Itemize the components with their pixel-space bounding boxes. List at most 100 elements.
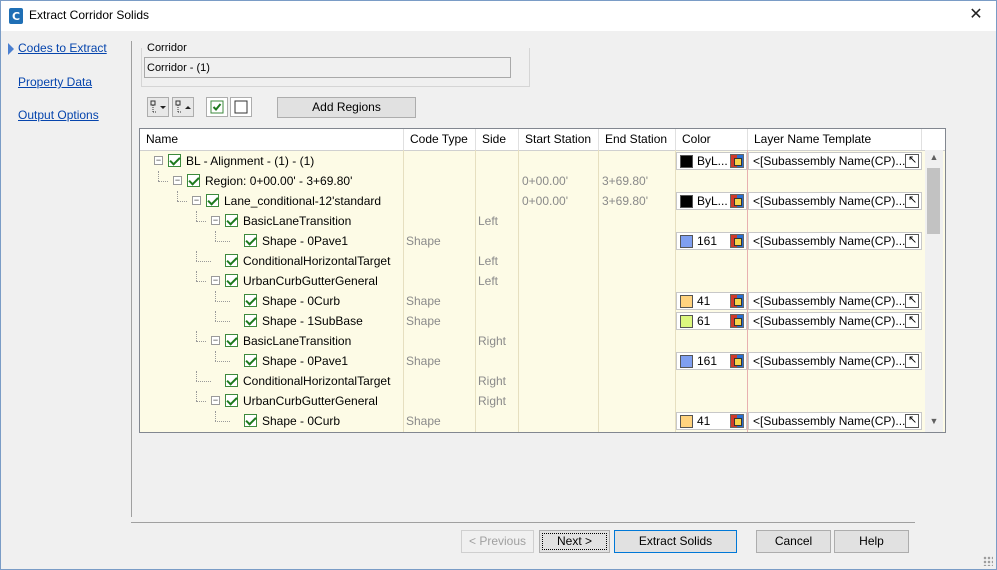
edit-template-icon[interactable]: [905, 413, 919, 428]
collapse-toggle-icon[interactable]: −: [173, 176, 182, 185]
row-checkbox[interactable]: [244, 294, 257, 307]
row-layer-field[interactable]: <[Subassembly Name(CP)...: [748, 192, 922, 210]
row-checkbox[interactable]: [225, 254, 238, 267]
collapse-toggle-icon[interactable]: −: [211, 276, 220, 285]
table-row[interactable]: ConditionalHorizontalTarget Right: [140, 371, 925, 391]
scroll-up-icon[interactable]: ▲: [925, 152, 943, 166]
table-row[interactable]: − UrbanCurbGutterGeneral Right: [140, 391, 925, 411]
row-checkbox[interactable]: [187, 174, 200, 187]
row-color-field[interactable]: 161: [676, 352, 747, 370]
collapse-all-button[interactable]: [172, 97, 194, 117]
col-header-name[interactable]: Name: [140, 129, 404, 150]
table-row[interactable]: − BasicLaneTransition Left: [140, 211, 925, 231]
title-bar[interactable]: C Extract Corridor Solids ✕: [1, 1, 996, 31]
table-row[interactable]: Shape - 1SubBase Shape 61 <[Subassembly Nam…: [140, 311, 925, 331]
table-row[interactable]: − UrbanCurbGutterGeneral Left: [140, 271, 925, 291]
scroll-down-icon[interactable]: ▼: [925, 416, 943, 430]
col-header-start-station[interactable]: Start Station: [519, 129, 599, 150]
row-layer-field[interactable]: <[Subassembly Name(CP)...: [748, 312, 922, 330]
row-layer-field[interactable]: <[Subassembly Name(CP)...: [748, 232, 922, 250]
collapse-toggle-icon[interactable]: −: [154, 156, 163, 165]
row-checkbox[interactable]: [225, 214, 238, 227]
grid-header: Name Code Type Side Start Station End St…: [140, 129, 945, 151]
row-color-field[interactable]: ByL...: [676, 152, 747, 170]
row-checkbox[interactable]: [225, 334, 238, 347]
expand-all-button[interactable]: [147, 97, 169, 117]
col-header-end-station[interactable]: End Station: [599, 129, 676, 150]
vertical-scrollbar[interactable]: ▲ ▼: [925, 150, 943, 432]
col-header-layer-name-template[interactable]: Layer Name Template: [748, 129, 922, 150]
row-checkbox[interactable]: [244, 354, 257, 367]
collapse-toggle-icon[interactable]: −: [211, 216, 220, 225]
table-row[interactable]: − BasicLaneTransition Right: [140, 331, 925, 351]
color-picker-icon[interactable]: [730, 194, 744, 208]
edit-template-icon[interactable]: [905, 193, 919, 208]
row-checkbox[interactable]: [206, 194, 219, 207]
row-checkbox[interactable]: [244, 414, 257, 427]
edit-template-icon[interactable]: [905, 353, 919, 368]
color-picker-icon[interactable]: [730, 294, 744, 308]
row-color-field[interactable]: 161: [676, 232, 747, 250]
row-code-type: Shape: [406, 414, 441, 428]
row-side: [478, 351, 518, 371]
color-picker-icon[interactable]: [730, 354, 744, 368]
row-checkbox[interactable]: [168, 154, 181, 167]
row-color-field[interactable]: 61: [676, 312, 747, 330]
nav-output-options[interactable]: Output Options: [18, 108, 99, 122]
row-color-field[interactable]: 41: [676, 292, 747, 310]
extract-solids-button[interactable]: Extract Solids: [614, 530, 737, 553]
row-layer-field[interactable]: <[Subassembly Name(CP)...: [748, 152, 922, 170]
next-button[interactable]: Next >: [539, 530, 610, 553]
row-code-type: [406, 391, 474, 411]
row-checkbox[interactable]: [244, 234, 257, 247]
nav-codes-to-extract[interactable]: Codes to Extract: [18, 41, 107, 55]
cancel-button[interactable]: Cancel: [756, 530, 831, 553]
table-row[interactable]: Shape - 0Pave1 Shape 161 <[Subassembly Name…: [140, 351, 925, 371]
close-button[interactable]: ✕: [964, 4, 988, 26]
table-row[interactable]: Shape - 0Curb Shape 41 <[Subassembly Name(C…: [140, 411, 925, 431]
empty-box-icon: [234, 100, 248, 114]
color-picker-icon[interactable]: [730, 314, 744, 328]
select-all-button[interactable]: [206, 97, 228, 117]
edit-template-icon[interactable]: [905, 153, 919, 168]
col-header-color[interactable]: Color: [676, 129, 748, 150]
row-checkbox[interactable]: [225, 274, 238, 287]
edit-template-icon[interactable]: [905, 313, 919, 328]
color-picker-icon[interactable]: [730, 234, 744, 248]
resize-grip-icon[interactable]: [983, 556, 993, 566]
row-layer-field[interactable]: <[Subassembly Name(CP)...: [748, 412, 922, 430]
row-start-station: [522, 151, 598, 171]
table-row[interactable]: − Region: 0+00.00' - 3+69.80' 0+00.00' 3+69…: [140, 171, 925, 191]
collapse-toggle-icon[interactable]: −: [211, 396, 220, 405]
row-checkbox[interactable]: [225, 374, 238, 387]
table-row[interactable]: ConditionalHorizontalTarget Left: [140, 251, 925, 271]
table-row[interactable]: − Lane_conditional-12'standard 0+00.00' 3+6…: [140, 191, 925, 211]
row-color-field[interactable]: ByL...: [676, 192, 747, 210]
row-layer-field[interactable]: <[Subassembly Name(CP)...: [748, 292, 922, 310]
row-color-field[interactable]: 41: [676, 412, 747, 430]
color-swatch: [680, 195, 693, 208]
color-picker-icon[interactable]: [730, 414, 744, 428]
collapse-toggle-icon[interactable]: −: [192, 196, 201, 205]
col-header-side[interactable]: Side: [476, 129, 519, 150]
collapse-toggle-icon[interactable]: −: [211, 336, 220, 345]
scroll-thumb[interactable]: [927, 168, 940, 234]
table-row[interactable]: − BL - Alignment - (1) - (1) ByL... <[Subas…: [140, 151, 925, 171]
collapse-tree-icon: [175, 100, 191, 113]
row-checkbox[interactable]: [244, 314, 257, 327]
row-end-station: [602, 231, 674, 251]
col-header-code-type[interactable]: Code Type: [404, 129, 476, 150]
clear-all-button[interactable]: [230, 97, 252, 117]
corridor-field: Corridor - (1): [144, 57, 511, 78]
nav-property-data[interactable]: Property Data: [18, 75, 92, 89]
row-layer-field[interactable]: <[Subassembly Name(CP)...: [748, 352, 922, 370]
edit-template-icon[interactable]: [905, 293, 919, 308]
previous-button[interactable]: < Previous: [461, 530, 534, 553]
edit-template-icon[interactable]: [905, 233, 919, 248]
color-picker-icon[interactable]: [730, 154, 744, 168]
add-regions-button[interactable]: Add Regions: [277, 97, 416, 118]
table-row[interactable]: Shape - 0Pave1 Shape 161 <[Subassembly Name…: [140, 231, 925, 251]
help-button[interactable]: Help: [834, 530, 909, 553]
table-row[interactable]: Shape - 0Curb Shape 41 <[Subassembly Name(C…: [140, 291, 925, 311]
row-checkbox[interactable]: [225, 394, 238, 407]
